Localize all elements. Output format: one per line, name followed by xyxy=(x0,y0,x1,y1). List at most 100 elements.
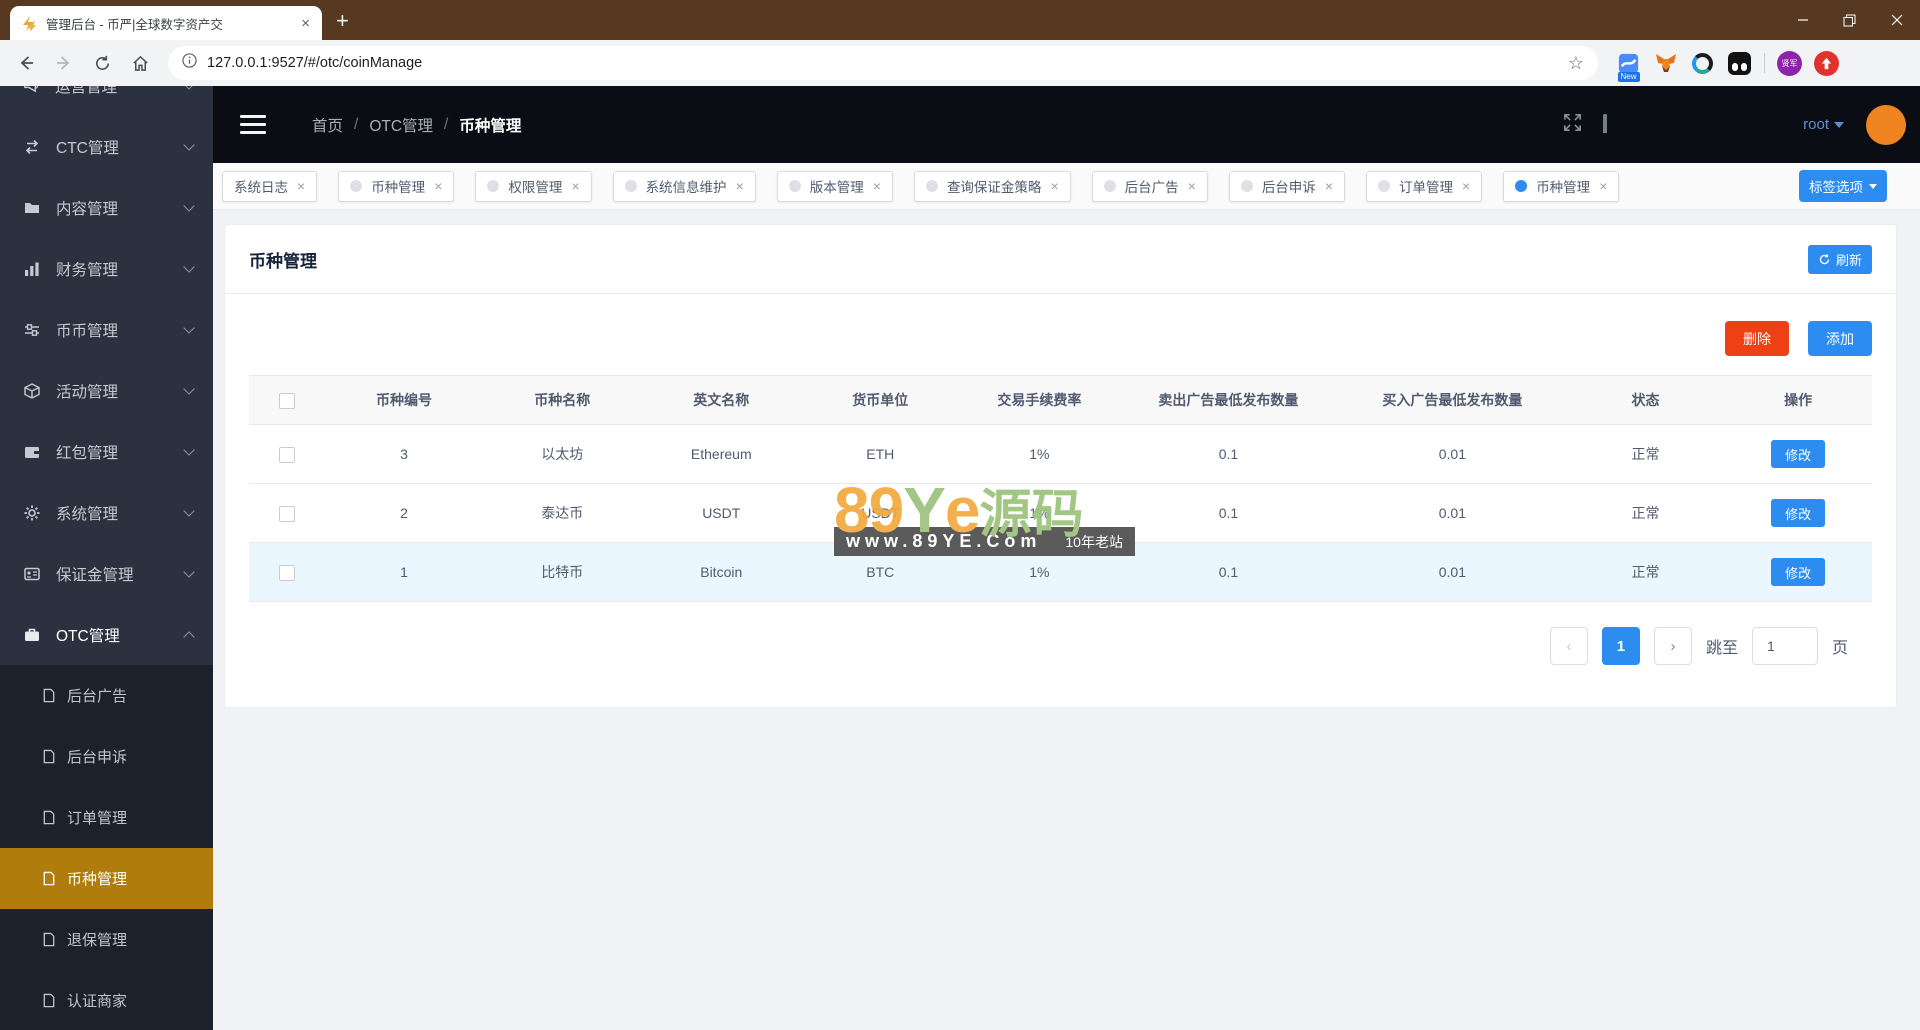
edit-button[interactable]: 修改 xyxy=(1771,558,1826,586)
dots-extension-icon[interactable] xyxy=(1727,51,1752,76)
back-button[interactable] xyxy=(10,47,42,79)
tag-dot xyxy=(1378,180,1390,192)
edit-button[interactable]: 修改 xyxy=(1771,499,1826,527)
next-page-button[interactable]: › xyxy=(1653,627,1692,665)
tag-dot xyxy=(925,180,938,192)
sidebar-item-otc[interactable]: OTC管理 xyxy=(0,604,213,665)
coin-manage-card: 币种管理 刷新 删除 添加 币种编号 币种名称 英文名称 货币单位 交易手续费率… xyxy=(224,224,1897,708)
col-status: 状态 xyxy=(1566,375,1725,425)
prev-page-button[interactable]: ‹ xyxy=(1549,627,1588,665)
tag-coin-manage-1[interactable]: 币种管理 × xyxy=(338,170,455,202)
tag-close-icon[interactable]: × xyxy=(873,178,881,194)
tag-permission-manage[interactable]: 权限管理 × xyxy=(475,170,592,202)
address-bar[interactable]: 127.0.0.1:9527/#/otc/coinManage ☆ xyxy=(168,46,1598,80)
user-menu[interactable]: root xyxy=(1803,116,1844,133)
window-restore-button[interactable] xyxy=(1826,0,1873,40)
tag-coin-manage-active[interactable]: 币种管理 × xyxy=(1503,170,1620,202)
tag-version-manage[interactable]: 版本管理 × xyxy=(776,170,893,202)
tag-order-manage[interactable]: 订单管理 × xyxy=(1366,170,1483,202)
window-close-button[interactable] xyxy=(1873,0,1920,40)
file-icon xyxy=(43,932,55,947)
browser-tab[interactable]: 管理后台 - 币严|全球数字资产交 × xyxy=(10,6,322,40)
sidebar-item-system[interactable]: 系统管理 xyxy=(0,482,213,543)
forward-button[interactable] xyxy=(48,47,80,79)
tag-margin-policy[interactable]: 查询保证金策略 × xyxy=(913,170,1071,202)
sidebar-item-content[interactable]: 内容管理 xyxy=(0,177,213,238)
metamask-extension-icon[interactable] xyxy=(1653,51,1678,76)
tag-close-icon[interactable]: × xyxy=(297,178,305,194)
chevron-down-icon xyxy=(183,565,195,578)
reload-button[interactable] xyxy=(86,47,118,79)
fullscreen-icon[interactable] xyxy=(1562,112,1583,138)
page-content: 币种管理 刷新 删除 添加 币种编号 币种名称 英文名称 货币单位 交易手续费率… xyxy=(213,210,1920,1030)
submenu-item-coin-manage[interactable]: 币种管理 xyxy=(0,848,213,909)
file-icon xyxy=(43,993,55,1008)
sidebar-item-margin[interactable]: 保证金管理 xyxy=(0,543,213,604)
submenu-item-backend-appeals[interactable]: 后台申诉 xyxy=(0,726,213,787)
tag-close-icon[interactable]: × xyxy=(571,178,579,194)
tab-close-icon[interactable]: × xyxy=(299,15,312,32)
briefcase-icon xyxy=(25,628,39,641)
tag-close-icon[interactable]: × xyxy=(1325,178,1333,194)
breadcrumb: 首页 / OTC管理 / 币种管理 xyxy=(312,114,522,136)
delete-button[interactable]: 删除 xyxy=(1725,321,1789,356)
tag-system-info[interactable]: 系统信息维护 × xyxy=(612,170,756,202)
breadcrumb-otc[interactable]: OTC管理 xyxy=(369,114,433,136)
sidebar-item-coin-coin[interactable]: 币币管理 xyxy=(0,299,213,360)
tag-options-button[interactable]: 标签选项 xyxy=(1799,170,1887,202)
hamburger-menu-icon[interactable] xyxy=(240,115,266,134)
tag-backend-ads[interactable]: 后台广告 × xyxy=(1091,170,1208,202)
extension-new-icon[interactable]: New xyxy=(1616,51,1641,82)
sidebar-item-activity[interactable]: 活动管理 xyxy=(0,360,213,421)
browser-profile-avatar[interactable]: 贤军 xyxy=(1777,50,1802,76)
row-checkbox[interactable] xyxy=(279,505,296,522)
edit-button[interactable]: 修改 xyxy=(1771,440,1826,468)
sidebar-item-operations[interactable]: 运营管理 xyxy=(0,86,213,116)
chevron-down-icon xyxy=(183,199,195,212)
sidebar-item-redpacket[interactable]: 红包管理 xyxy=(0,421,213,482)
tag-close-icon[interactable]: × xyxy=(1599,178,1607,194)
url-text[interactable]: 127.0.0.1:9527/#/otc/coinManage xyxy=(207,55,1558,71)
file-icon xyxy=(43,688,55,703)
sidebar-item-ctc[interactable]: CTC管理 xyxy=(0,116,213,177)
coin-table: 币种编号 币种名称 英文名称 货币单位 交易手续费率 卖出广告最低发布数量 买入… xyxy=(249,375,1872,602)
user-avatar[interactable] xyxy=(1866,104,1906,145)
tag-dot xyxy=(788,180,801,192)
id-card-icon xyxy=(24,567,40,580)
submenu-item-certified-merchant[interactable]: 认证商家 xyxy=(0,970,213,1030)
tag-close-icon[interactable]: × xyxy=(736,178,744,194)
new-tab-button[interactable]: + xyxy=(336,8,349,34)
pagination: ‹ 1 › 跳至 页 xyxy=(249,602,1872,665)
table-row-highlighted: 1 比特币 Bitcoin BTC 1% 0.1 0.01 正常 修改 xyxy=(249,542,1872,602)
select-all-checkbox[interactable] xyxy=(279,392,296,409)
refresh-button[interactable]: 刷新 xyxy=(1807,244,1872,274)
home-button[interactable] xyxy=(124,47,156,79)
tag-close-icon[interactable]: × xyxy=(1050,178,1058,194)
jump-page-input[interactable] xyxy=(1751,627,1818,665)
app-header: 首页 / OTC管理 / 币种管理 root xyxy=(213,86,1920,163)
submenu-item-order-manage[interactable]: 订单管理 xyxy=(0,787,213,848)
window-minimize-button[interactable] xyxy=(1779,0,1826,40)
lock-icon[interactable] xyxy=(1603,113,1608,134)
add-button[interactable]: 添加 xyxy=(1808,321,1872,356)
gear-icon xyxy=(24,505,40,520)
page-info-icon[interactable] xyxy=(182,53,197,73)
breadcrumb-home[interactable]: 首页 xyxy=(312,114,343,136)
tag-system-log[interactable]: 系统日志 × xyxy=(222,170,318,202)
red-extension-icon[interactable] xyxy=(1814,50,1839,76)
chevron-down-icon xyxy=(1834,121,1844,128)
browser-toolbar: 127.0.0.1:9527/#/otc/coinManage ☆ New 贤军 xyxy=(0,40,1920,86)
bookmark-star-icon[interactable]: ☆ xyxy=(1568,53,1584,74)
ring-extension-icon[interactable] xyxy=(1690,51,1715,76)
page-1-button[interactable]: 1 xyxy=(1601,627,1640,665)
tag-close-icon[interactable]: × xyxy=(434,178,442,194)
tag-backend-appeals[interactable]: 后台申诉 × xyxy=(1228,170,1345,202)
submenu-item-refund-manage[interactable]: 退保管理 xyxy=(0,909,213,970)
tag-close-icon[interactable]: × xyxy=(1188,178,1196,194)
submenu-item-backend-ads[interactable]: 后台广告 xyxy=(0,665,213,726)
row-checkbox[interactable] xyxy=(279,564,296,581)
sidebar-item-finance[interactable]: 财务管理 xyxy=(0,238,213,299)
swap-arrows-icon xyxy=(25,139,39,154)
tag-close-icon[interactable]: × xyxy=(1462,178,1470,194)
row-checkbox[interactable] xyxy=(279,446,296,463)
